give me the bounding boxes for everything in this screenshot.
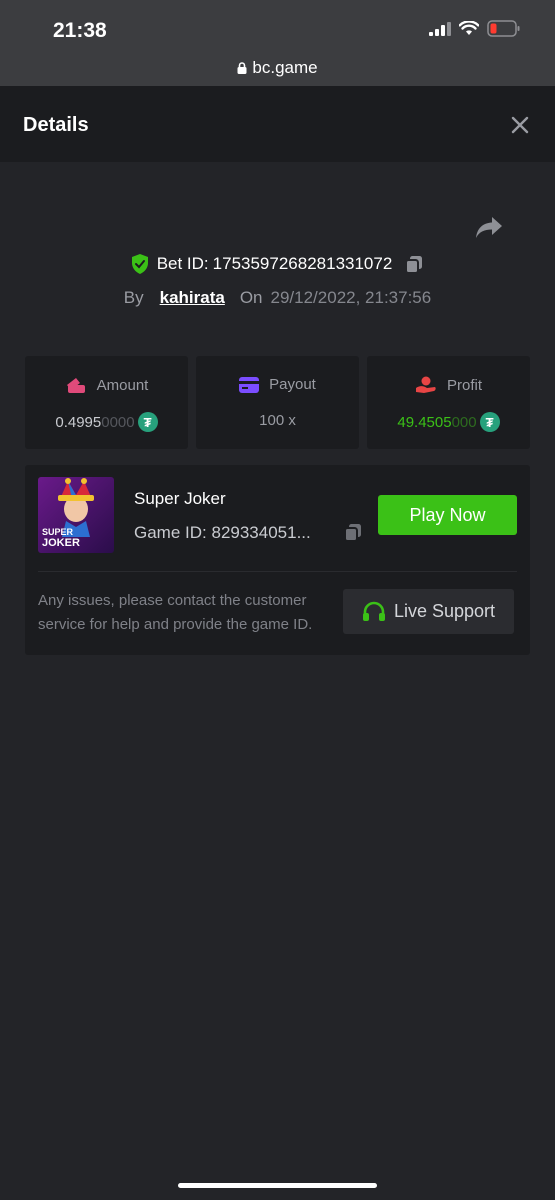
page-title: Details — [23, 114, 89, 136]
close-icon[interactable] — [511, 116, 529, 134]
thumb-title-2: JOKER — [42, 537, 80, 549]
bet-stats: Amount 0.49950000 ₮ Payout 100 x Profit — [25, 356, 530, 449]
url-text: bc.game — [252, 58, 318, 77]
battery-icon — [487, 20, 520, 37]
clock: 21:38 — [53, 19, 107, 42]
details-header: Details — [0, 86, 555, 162]
copy-icon[interactable] — [343, 522, 363, 542]
tether-icon: ₮ — [479, 412, 500, 432]
live-support-label: Live Support — [393, 601, 496, 621]
bet-id-label: Bet ID: — [156, 254, 209, 273]
divider — [38, 571, 517, 572]
username-link[interactable]: kahirata — [160, 288, 225, 308]
game-thumbnail[interactable]: SUPER JOKER — [38, 477, 114, 553]
game-id: Game ID: 829334051... — [134, 523, 311, 542]
headset-icon — [362, 601, 385, 621]
payout-icon — [239, 376, 260, 393]
bet-id-value: 1753597268281331072 — [212, 254, 393, 273]
home-indicator[interactable] — [178, 1183, 377, 1188]
profit-stat: Profit 49.4505000 ₮ — [367, 356, 530, 449]
profit-value: 49.4505000 — [397, 413, 477, 431]
signal-icon — [429, 21, 451, 36]
bet-date: 29/12/2022, 21:37:56 — [270, 288, 432, 307]
bet-author-row: By kahirata On 29/12/2022, 21:37:56 — [0, 288, 555, 308]
url-bar[interactable]: bc.game — [0, 58, 555, 78]
wifi-icon — [459, 21, 479, 35]
live-support-button[interactable]: Live Support — [343, 589, 514, 634]
amount-stat: Amount 0.49950000 ₮ — [25, 356, 188, 449]
on-label: On — [239, 288, 263, 307]
amount-label: Amount — [96, 376, 149, 394]
support-notice: Any issues, please contact the customer … — [38, 592, 313, 633]
thumb-title-1: SUPER — [42, 527, 74, 537]
payout-value: 100 x — [259, 412, 296, 429]
payout-label: Payout — [269, 376, 316, 393]
lock-icon — [237, 62, 247, 74]
game-name: Super Joker — [134, 489, 226, 508]
tether-icon: ₮ — [137, 412, 158, 432]
payout-stat: Payout 100 x — [196, 356, 359, 449]
share-icon[interactable] — [474, 214, 504, 240]
amount-value: 0.49950000 — [55, 413, 135, 431]
status-icons — [429, 20, 521, 37]
game-card: SUPER JOKER Super Joker Game ID: 8293340… — [25, 465, 530, 655]
amount-icon — [66, 378, 85, 393]
profit-label: Profit — [446, 376, 482, 394]
bet-id-row: Bet ID: 1753597268281331072 — [0, 254, 555, 274]
play-now-button[interactable]: Play Now — [378, 495, 517, 535]
status-bar: 21:38 bc.game — [0, 0, 555, 86]
profit-icon — [415, 376, 436, 393]
by-label: By — [123, 288, 144, 307]
shield-check-icon — [131, 254, 148, 274]
copy-icon[interactable] — [404, 254, 424, 274]
